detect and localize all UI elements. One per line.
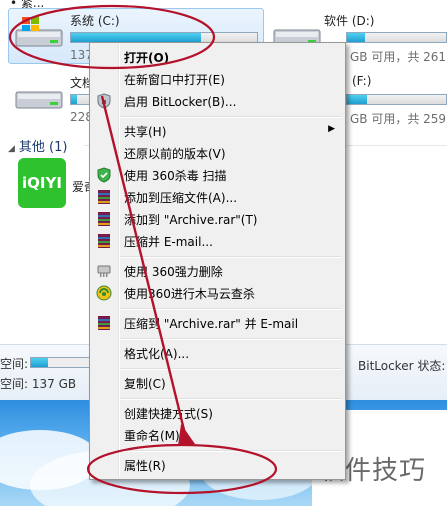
winrar-icon bbox=[98, 190, 110, 204]
menu-item-compress-email[interactable]: 压缩并 E-mail... bbox=[92, 230, 343, 252]
drive-d-usage-fill bbox=[347, 33, 365, 42]
shredder-icon bbox=[97, 265, 111, 277]
menu-item-open[interactable]: 打开(O) bbox=[92, 46, 343, 68]
drive-f-name: (F:) bbox=[352, 74, 372, 88]
menu-item-compress-rar-email[interactable]: 压缩到 "Archive.rar" 并 E-mail bbox=[92, 312, 343, 334]
top-strip: • 紧... bbox=[0, 0, 447, 10]
drive-c-usage-fill bbox=[71, 33, 202, 42]
menu-item-format[interactable]: 格式化(A)... bbox=[92, 342, 343, 364]
menu-item-360-scan[interactable]: 使用 360杀毒 扫描 bbox=[92, 164, 343, 186]
details-space-label: 空间: bbox=[0, 357, 29, 371]
menu-separator bbox=[120, 116, 342, 118]
menu-separator bbox=[120, 450, 342, 452]
drive-f-usage-fill bbox=[347, 95, 367, 104]
drive-d-name: 软件 (D:) bbox=[324, 14, 375, 28]
menu-item-add-archive-rar[interactable]: 添加到 "Archive.rar"(T) bbox=[92, 208, 343, 230]
winrar-icon bbox=[98, 234, 110, 248]
details-usage-fill bbox=[31, 358, 49, 367]
menu-separator bbox=[120, 308, 342, 310]
menu-separator bbox=[120, 338, 342, 340]
winrar-icon bbox=[98, 316, 110, 330]
context-menu: 打开(O) 在新窗口中打开(E) 启用 BitLocker(B)... 共享(H… bbox=[89, 42, 346, 480]
details-space-value: 空间: 137 GB bbox=[0, 377, 77, 391]
iqiyi-app-icon[interactable]: iQIYI bbox=[18, 158, 66, 208]
collapse-triangle-icon[interactable]: ◢ bbox=[8, 144, 15, 154]
menu-item-copy[interactable]: 复制(C) bbox=[92, 372, 343, 394]
360-shield-icon bbox=[97, 167, 111, 183]
other-group-header[interactable]: ◢ 其他 (1) bbox=[8, 136, 67, 155]
menu-separator bbox=[120, 368, 342, 370]
drive-c-name: 系统 (C:) bbox=[70, 14, 120, 28]
menu-item-rename[interactable]: 重命名(M) bbox=[92, 424, 343, 446]
drive-f-size: GB 可用，共 259 bbox=[350, 112, 447, 126]
drive-e-usage-fill bbox=[71, 95, 78, 104]
menu-item-properties[interactable]: 属性(R) bbox=[92, 454, 343, 476]
bitlocker-shield-icon bbox=[97, 93, 111, 109]
360-trojan-icon bbox=[96, 285, 112, 301]
drive-d-usage-bar bbox=[346, 32, 447, 43]
hard-drive-icon bbox=[15, 91, 63, 109]
winrar-icon bbox=[98, 212, 110, 226]
menu-item-open-new-window[interactable]: 在新窗口中打开(E) bbox=[92, 68, 343, 90]
menu-item-360-force-delete[interactable]: 使用 360强力删除 bbox=[92, 260, 343, 282]
details-bitlocker-label: BitLocker 状态: bbox=[358, 359, 446, 373]
drive-d-size: GB 可用，共 261 bbox=[350, 50, 447, 64]
system-drive-icon bbox=[15, 17, 63, 47]
menu-item-add-archive[interactable]: 添加到压缩文件(A)... bbox=[92, 186, 343, 208]
drive-f-usage-bar bbox=[346, 94, 447, 105]
details-usage-bar bbox=[30, 357, 90, 368]
menu-item-bitlocker[interactable]: 启用 BitLocker(B)... bbox=[92, 90, 343, 112]
drive-e-usage-bar bbox=[70, 94, 90, 105]
menu-item-restore-versions[interactable]: 还原以前的版本(V) bbox=[92, 142, 343, 164]
menu-item-360-trojan-scan[interactable]: 使用360进行木马云查杀 bbox=[92, 282, 343, 304]
submenu-arrow-icon: ▶ bbox=[328, 124, 335, 134]
menu-separator bbox=[120, 398, 342, 400]
other-group-title: 其他 (1) bbox=[18, 140, 68, 155]
menu-item-share[interactable]: 共享(H) ▶ bbox=[92, 120, 343, 142]
menu-separator bbox=[120, 256, 342, 258]
menu-item-create-shortcut[interactable]: 创建快捷方式(S) bbox=[92, 402, 343, 424]
